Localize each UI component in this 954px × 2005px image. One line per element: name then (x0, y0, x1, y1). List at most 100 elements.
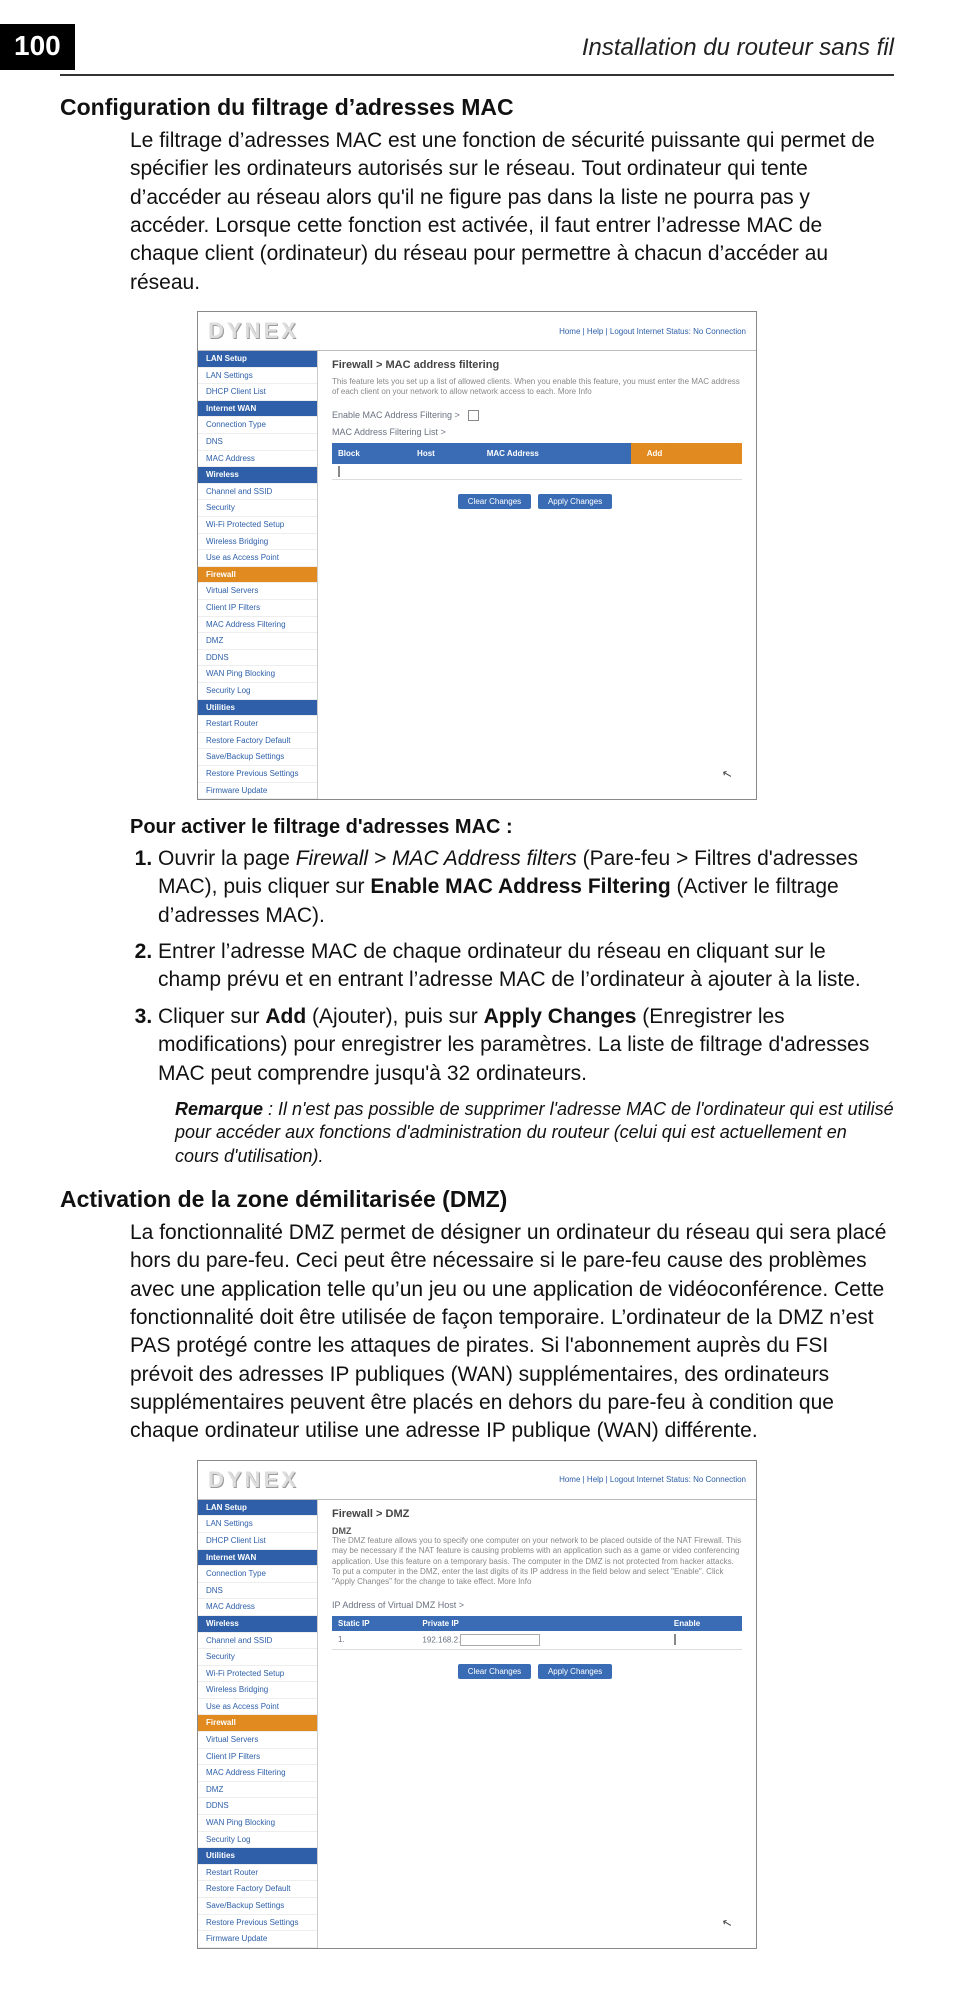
nav2-save-backup[interactable]: Save/Backup Settings (198, 1898, 317, 1915)
step-3-text-c: (Ajouter), puis sur (306, 1005, 483, 1028)
nav-fw-update[interactable]: Firmware Update (198, 783, 317, 800)
dmz-row: 1. 192.168.2. (332, 1631, 742, 1650)
nav2-wps[interactable]: Wi-Fi Protected Setup (198, 1666, 317, 1683)
nav-dns[interactable]: DNS (198, 434, 317, 451)
row-block-checkbox[interactable] (338, 466, 340, 477)
step-2: Entrer l’adresse MAC de chaque ordinateu… (158, 938, 894, 995)
nav2-client-ip-filters[interactable]: Client IP Filters (198, 1749, 317, 1766)
dmz-table: Static IP Private IP Enable 1. 192.168.2… (332, 1616, 742, 1650)
nav-wan-ping[interactable]: WAN Ping Blocking (198, 666, 317, 683)
nav-cat-utilities[interactable]: Utilities (198, 700, 317, 717)
page-number: 100 (0, 24, 75, 70)
router-panel-title: Firewall > MAC address filtering (332, 359, 742, 371)
mac-list-label: MAC Address Filtering List > (332, 427, 446, 437)
dmz-apply-button[interactable]: Apply Changes (538, 1664, 612, 1679)
nav2-mac-address[interactable]: MAC Address (198, 1599, 317, 1616)
nav-channel-ssid[interactable]: Channel and SSID (198, 484, 317, 501)
nav2-security[interactable]: Security (198, 1649, 317, 1666)
table-row (332, 464, 742, 480)
enable-mac-filter-label: Enable MAC Address Filtering > (332, 410, 460, 420)
running-title: Installation du routeur sans fil (582, 34, 894, 62)
nav2-security-log[interactable]: Security Log (198, 1832, 317, 1849)
step-3-add: Add (265, 1005, 306, 1028)
th-private-ip: Private IP (416, 1616, 667, 1631)
nav-save-backup[interactable]: Save/Backup Settings (198, 749, 317, 766)
remark-block: Remarque : Il n'est pas possible de supp… (175, 1098, 894, 1168)
nav2-ddns[interactable]: DDNS (198, 1798, 317, 1815)
nav-ap-mode[interactable]: Use as Access Point (198, 550, 317, 567)
nav2-virtual-servers[interactable]: Virtual Servers (198, 1732, 317, 1749)
router-main: Firewall > MAC address filtering This fe… (318, 351, 756, 799)
step-3: Cliquer sur Add (Ajouter), puis sur Appl… (158, 1003, 894, 1088)
add-button[interactable]: Add (637, 446, 673, 461)
cursor-icon-2: ↖ (720, 1915, 733, 1931)
mac-filter-table: Block Host MAC Address Add (332, 443, 742, 480)
apply-changes-button[interactable]: Apply Changes (538, 494, 612, 509)
nav2-restore-prev[interactable]: Restore Previous Settings (198, 1915, 317, 1932)
router-screenshot-dmz: DYNEX Home | Help | Logout Internet Stat… (197, 1460, 757, 1949)
dmz-ip-input[interactable] (460, 1634, 540, 1646)
nav-conn-type[interactable]: Connection Type (198, 417, 317, 434)
step-1-text-a: Ouvrir la page (158, 847, 296, 870)
router-nav-2: LAN Setup LAN Settings DHCP Client List … (198, 1500, 318, 1948)
nav2-dmz[interactable]: DMZ (198, 1782, 317, 1799)
dmz-clear-button[interactable]: Clear Changes (458, 1664, 531, 1679)
nav2-cat-wan[interactable]: Internet WAN (198, 1550, 317, 1567)
page-header: 100 Installation du routeur sans fil (60, 24, 894, 76)
nav-mac-address[interactable]: MAC Address (198, 451, 317, 468)
nav-dmz[interactable]: DMZ (198, 633, 317, 650)
nav-bridging[interactable]: Wireless Bridging (198, 534, 317, 551)
steps-title: Pour activer le filtrage d'adresses MAC … (130, 816, 894, 839)
nav2-restart[interactable]: Restart Router (198, 1865, 317, 1882)
nav2-dhcp-clients[interactable]: DHCP Client List (198, 1533, 317, 1550)
nav-virtual-servers[interactable]: Virtual Servers (198, 583, 317, 600)
router-screenshot-mac-filter: DYNEX Home | Help | Logout Internet Stat… (197, 311, 757, 800)
nav2-restore-default[interactable]: Restore Factory Default (198, 1881, 317, 1898)
section1-title: Configuration du filtrage d’adresses MAC (60, 94, 894, 121)
router-main-2: Firewall > DMZ DMZ The DMZ feature allow… (318, 1500, 756, 1948)
nav-wps[interactable]: Wi-Fi Protected Setup (198, 517, 317, 534)
nav-restore-prev[interactable]: Restore Previous Settings (198, 766, 317, 783)
nav-lan-settings[interactable]: LAN Settings (198, 368, 317, 385)
router-panel-desc: This feature lets you set up a list of a… (332, 377, 742, 398)
nav-cat-wireless[interactable]: Wireless (198, 467, 317, 484)
nav2-channel-ssid[interactable]: Channel and SSID (198, 1633, 317, 1650)
nav-cat-wan[interactable]: Internet WAN (198, 401, 317, 418)
nav2-fw-update[interactable]: Firmware Update (198, 1931, 317, 1948)
nav-ddns[interactable]: DDNS (198, 650, 317, 667)
nav2-wan-ping[interactable]: WAN Ping Blocking (198, 1815, 317, 1832)
nav-cat-lan[interactable]: LAN Setup (198, 351, 317, 368)
enable-mac-filter-checkbox[interactable] (468, 410, 479, 421)
router-logo-2: DYNEX (208, 1467, 299, 1493)
nav-cat-firewall[interactable]: Firewall (198, 567, 317, 584)
nav2-mac-filter[interactable]: MAC Address Filtering (198, 1765, 317, 1782)
nav-security[interactable]: Security (198, 500, 317, 517)
step-1-path: Firewall > MAC Address filters (296, 847, 577, 870)
dmz-enable-checkbox[interactable] (674, 1634, 676, 1645)
nav2-dns[interactable]: DNS (198, 1583, 317, 1600)
th-enable: Enable (668, 1616, 742, 1631)
nav-restore-default[interactable]: Restore Factory Default (198, 733, 317, 750)
dmz-ip-prefix: 192.168.2. (422, 1635, 460, 1644)
nav2-cat-lan[interactable]: LAN Setup (198, 1500, 317, 1517)
router-logo: DYNEX (208, 318, 299, 344)
nav2-lan-settings[interactable]: LAN Settings (198, 1516, 317, 1533)
nav2-cat-utilities[interactable]: Utilities (198, 1848, 317, 1865)
remark-label: Remarque (175, 1099, 263, 1119)
clear-changes-button[interactable]: Clear Changes (458, 494, 531, 509)
nav-mac-filter[interactable]: MAC Address Filtering (198, 617, 317, 634)
nav2-conn-type[interactable]: Connection Type (198, 1566, 317, 1583)
steps-list: Ouvrir la page Firewall > MAC Address fi… (130, 845, 894, 1088)
nav2-bridging[interactable]: Wireless Bridging (198, 1682, 317, 1699)
nav-client-ip-filters[interactable]: Client IP Filters (198, 600, 317, 617)
nav-dhcp-clients[interactable]: DHCP Client List (198, 384, 317, 401)
router2-panel-desc: The DMZ feature allows you to specify on… (332, 1536, 742, 1588)
router-top-links-2: Home | Help | Logout Internet Status: No… (559, 1475, 746, 1484)
nav2-ap-mode[interactable]: Use as Access Point (198, 1699, 317, 1716)
nav-restart[interactable]: Restart Router (198, 716, 317, 733)
nav2-cat-wireless[interactable]: Wireless (198, 1616, 317, 1633)
section2-body: La fonctionnalité DMZ permet de désigner… (130, 1219, 894, 1446)
nav-security-log[interactable]: Security Log (198, 683, 317, 700)
step-3-apply: Apply Changes (484, 1005, 637, 1028)
nav2-cat-firewall[interactable]: Firewall (198, 1715, 317, 1732)
